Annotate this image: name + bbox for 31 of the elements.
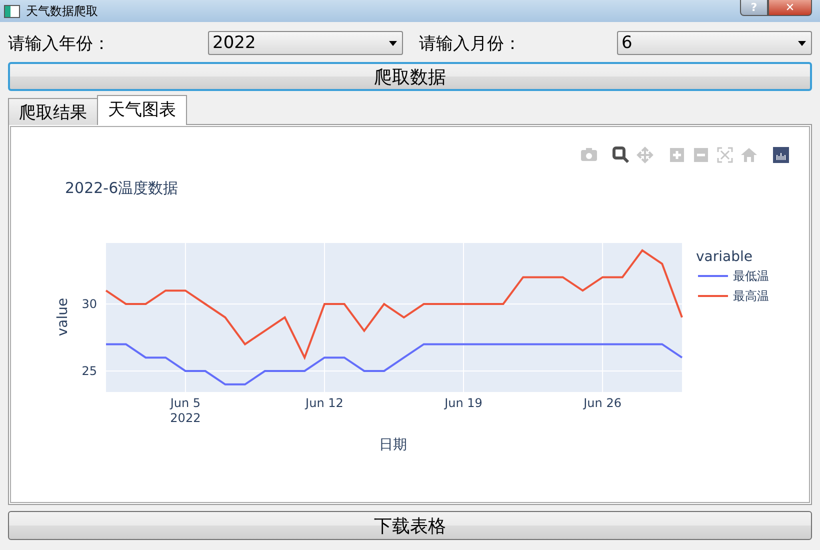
- caret-icon: [798, 40, 806, 46]
- window-title: 天气数据爬取: [26, 2, 98, 20]
- legend-label: 最低温: [733, 269, 769, 283]
- app-icon: [4, 4, 20, 18]
- x-tick-label: Jun 5 2022: [170, 396, 201, 425]
- autoscale-icon[interactable]: [717, 147, 733, 163]
- legend-title: variable: [696, 249, 752, 265]
- x-tick-label: Jun 19: [444, 396, 482, 410]
- zoom-icon[interactable]: [612, 146, 630, 164]
- y-axis-title: value: [55, 298, 71, 336]
- year-dropdown[interactable]: 2022: [208, 31, 403, 55]
- month-dropdown[interactable]: 6: [616, 31, 812, 55]
- minus-icon[interactable]: [694, 148, 708, 162]
- x-axis-title: 日期: [379, 437, 407, 453]
- tab[interactable]: 天气图表: [97, 95, 187, 125]
- camera-icon[interactable]: [581, 148, 597, 161]
- y-tick-label: 30: [82, 296, 97, 311]
- download-table-button[interactable]: 下载表格: [8, 511, 812, 540]
- x-tick-label: Jun 12: [306, 396, 344, 410]
- y-tick-label: 25: [82, 364, 97, 378]
- year-label: 请输入年份：: [8, 32, 111, 54]
- x-tick-label: Jun 26: [584, 396, 622, 410]
- move-icon[interactable]: [636, 146, 654, 164]
- caret-icon: [389, 40, 397, 46]
- plus-icon[interactable]: [670, 148, 684, 162]
- tab[interactable]: 爬取结果: [8, 98, 98, 125]
- month-label: 请输入月份：: [419, 32, 522, 54]
- chart-title: 2022-6温度数据: [65, 179, 178, 197]
- fetch-data-button[interactable]: 爬取数据: [8, 62, 812, 91]
- home-icon[interactable]: [741, 148, 757, 162]
- legend-label: 最高温: [733, 289, 769, 303]
